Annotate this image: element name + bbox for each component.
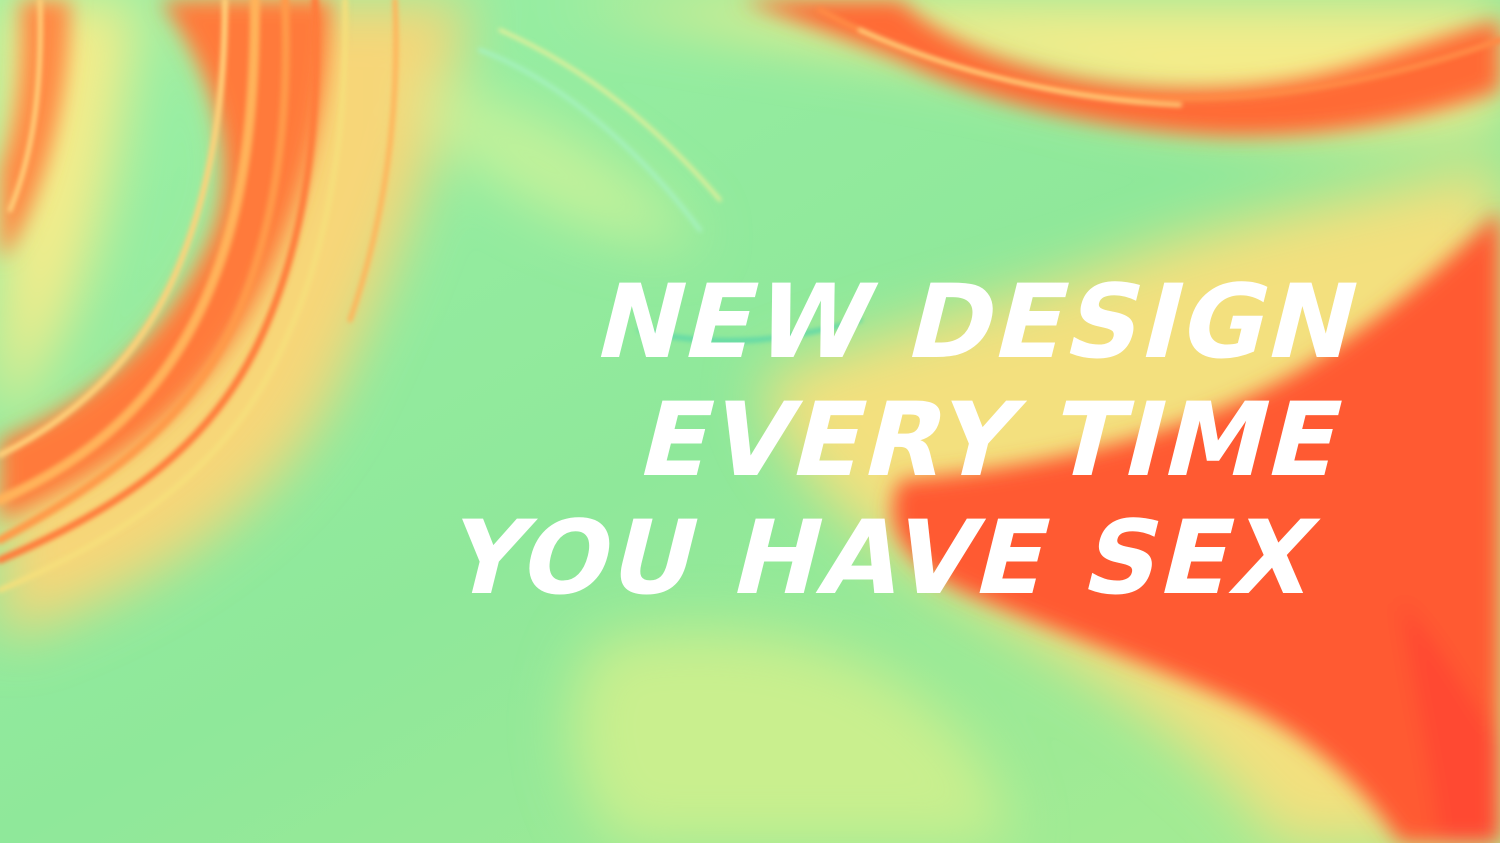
headline-line-2: EVERY TIME [627, 381, 1357, 500]
headline: NEW DESIGN EVERY TIME YOU HAVE SEX [0, 263, 1500, 648]
headline-line-3: YOU HAVE SEX [438, 499, 1331, 618]
headline-line-1: NEW DESIGN [585, 263, 1373, 382]
